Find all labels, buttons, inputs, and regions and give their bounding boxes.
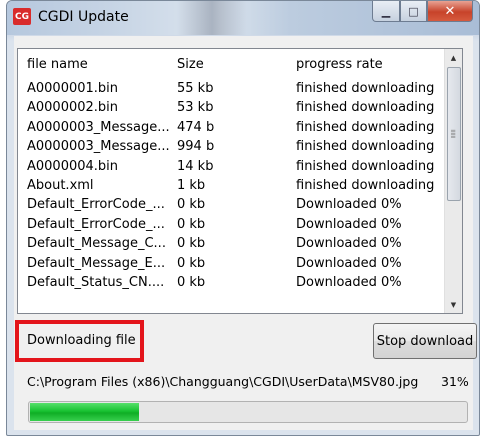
minimize-button[interactable]: ▁ [372, 1, 400, 22]
file-name: Default_Message_E... [27, 255, 166, 271]
window-controls: ▁ □ ✕ [372, 1, 473, 22]
file-size: 0 kb [177, 274, 206, 290]
list-rows: A0000001.bin 55 kb finished downloading A0… [18, 80, 445, 293]
close-button[interactable]: ✕ [427, 1, 473, 22]
file-name: Default_Status_CN.... [27, 274, 165, 290]
file-name: A0000004.bin [27, 158, 119, 174]
file-size: 53 kb [177, 100, 214, 116]
list-item[interactable]: Default_Message_C... 0 kb Downloaded 0% [18, 235, 445, 254]
file-size: 0 kb [177, 255, 206, 271]
list-item[interactable]: Default_ErrorCode_... 0 kb Downloaded 0% [18, 216, 445, 235]
file-size: 0 kb [177, 197, 206, 213]
file-name: A0000003_Message... [27, 139, 170, 155]
list-item[interactable]: Default_Status_CN.... 0 kb Downloaded 0% [18, 274, 445, 293]
file-size: 1 kb [177, 177, 206, 193]
column-header-size[interactable]: Size [177, 57, 204, 72]
file-progress: Downloaded 0% [296, 216, 402, 232]
current-file-path: C:\Program Files (x86)\Changguang\CGDI\U… [27, 374, 419, 389]
scroll-up-arrow-icon[interactable]: ▲ [445, 49, 462, 66]
scroll-down-arrow-icon[interactable]: ▼ [445, 296, 462, 313]
update-window: CG CGDI Update ▁ □ ✕ file name Size prog… [6, 0, 480, 436]
grip-icon: ═ ═ ═ [451, 127, 456, 141]
file-size: 474 b [177, 119, 215, 135]
list-item[interactable]: A0000001.bin 55 kb finished downloading [18, 80, 445, 99]
download-progress-bar [28, 401, 468, 423]
file-size: 0 kb [177, 236, 206, 252]
file-progress: finished downloading [296, 177, 435, 193]
file-name: Default_ErrorCode_... [27, 216, 165, 232]
file-progress: Downloaded 0% [296, 236, 402, 252]
file-progress: finished downloading [296, 119, 435, 135]
list-header: file name Size progress rate [18, 49, 445, 75]
client-area: file name Size progress rate A0000001.bi… [14, 36, 477, 430]
list-item[interactable]: A0000003_Message... 994 b finished downloa… [18, 138, 445, 157]
file-size: 0 kb [177, 216, 206, 232]
column-header-progress-rate[interactable]: progress rate [296, 57, 383, 72]
list-item[interactable]: A0000004.bin 14 kb finished downloading [18, 158, 445, 177]
list-item[interactable]: Default_Message_E... 0 kb Downloaded 0% [18, 255, 445, 274]
file-size: 14 kb [177, 158, 214, 174]
file-name: Default_ErrorCode_... [27, 197, 165, 213]
title-bar-blur [177, 1, 247, 35]
file-size: 55 kb [177, 81, 214, 96]
file-name: A0000002.bin [27, 100, 119, 116]
vertical-scrollbar[interactable]: ▲ ═ ═ ═ ▼ [444, 49, 462, 313]
list-item[interactable]: Default_ErrorCode_... 0 kb Downloaded 0% [18, 196, 445, 215]
file-name: A0000001.bin [27, 81, 119, 96]
file-progress: Downloaded 0% [296, 255, 402, 271]
file-progress: finished downloading [296, 139, 435, 155]
list-item[interactable]: About.xml 1 kb finished downloading [18, 177, 445, 196]
file-name: About.xml [27, 177, 94, 193]
cgdi-app-icon: CG [13, 8, 31, 25]
title-bar[interactable]: CG CGDI Update ▁ □ ✕ [7, 1, 479, 35]
window-title: CGDI Update [38, 9, 129, 25]
file-name: A0000003_Message... [27, 119, 170, 135]
progress-percent: 31% [441, 374, 469, 389]
file-progress: finished downloading [296, 100, 435, 116]
list-item[interactable]: A0000002.bin 53 kb finished downloading [18, 99, 445, 118]
progress-fill [30, 403, 139, 421]
column-header-file-name[interactable]: file name [27, 57, 88, 72]
file-progress: finished downloading [296, 158, 435, 174]
file-progress: Downloaded 0% [296, 274, 402, 290]
status-highlight-box [15, 320, 144, 362]
file-progress: finished downloading [296, 81, 435, 96]
file-progress: Downloaded 0% [296, 197, 402, 213]
file-name: Default_Message_C... [27, 236, 166, 252]
list-item[interactable]: A0000003_Message... 474 b finished downloa… [18, 119, 445, 138]
stop-download-button[interactable]: Stop download [373, 323, 477, 359]
maximize-button[interactable]: □ [400, 1, 427, 22]
file-size: 994 b [177, 139, 215, 155]
scroll-thumb[interactable]: ═ ═ ═ [447, 67, 461, 201]
file-list[interactable]: file name Size progress rate A0000001.bi… [17, 48, 463, 314]
